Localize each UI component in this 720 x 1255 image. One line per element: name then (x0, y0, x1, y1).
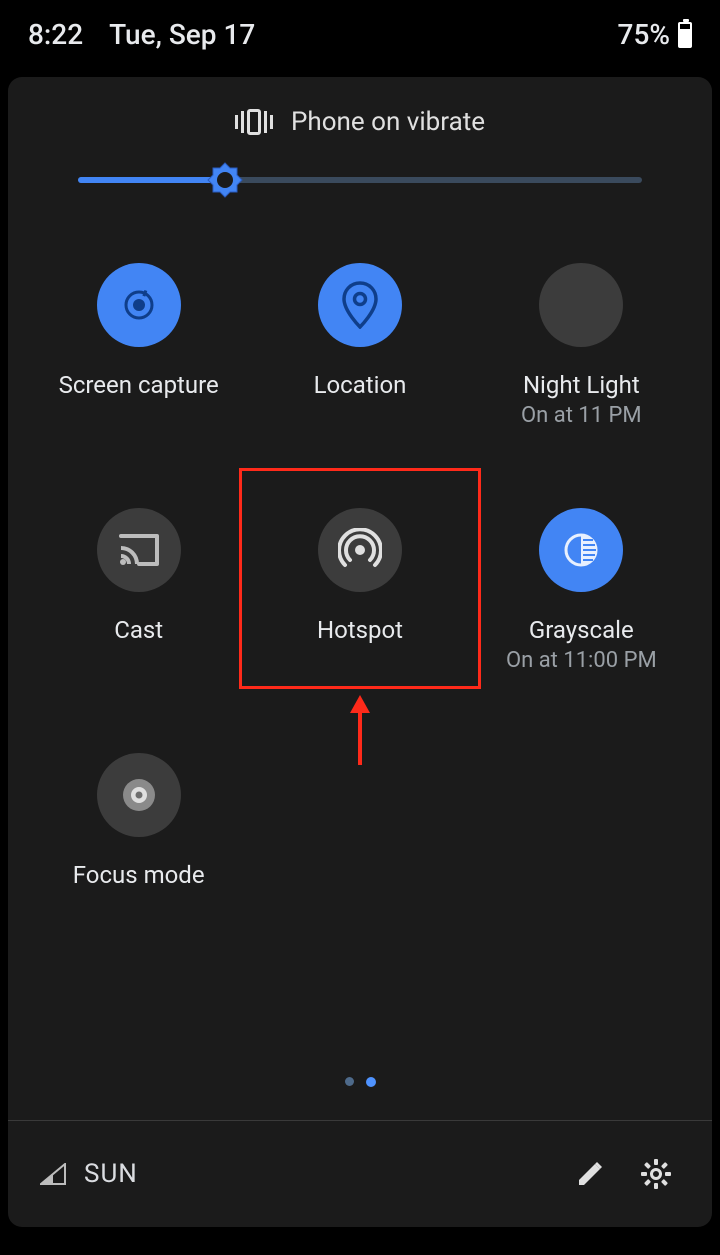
status-bar: 8:22 Tue, Sep 17 75% (0, 0, 720, 69)
brightness-thumb[interactable] (207, 162, 243, 198)
tile-label: Hotspot (317, 616, 403, 644)
tile-label: Cast (114, 616, 163, 644)
status-date: Tue, Sep 17 (109, 18, 617, 51)
tile-location[interactable]: Location (249, 263, 470, 428)
quick-settings-panel: Phone on vibrate Screen capture Location (8, 77, 712, 1227)
brightness-slider[interactable] (8, 137, 712, 203)
status-time: 8:22 (28, 18, 83, 51)
tile-cast[interactable]: Cast (28, 508, 249, 673)
page-dot (345, 1077, 354, 1086)
tile-sublabel: On at 11:00 PM (506, 648, 657, 673)
tile-label: Focus mode (73, 861, 205, 889)
hotspot-icon (318, 508, 402, 592)
tile-label: Grayscale (529, 616, 634, 644)
cast-icon (97, 508, 181, 592)
battery-icon (678, 22, 692, 48)
tile-label: Location (314, 371, 407, 399)
gear-icon (640, 1158, 672, 1190)
battery-percentage: 75% (618, 18, 670, 51)
ringer-label: Phone on vibrate (291, 107, 485, 137)
page-indicator (8, 1077, 712, 1087)
tile-label: Night Light (523, 371, 640, 399)
signal-icon (40, 1163, 66, 1185)
camera-icon (97, 263, 181, 347)
tile-hotspot[interactable]: Hotspot (249, 508, 470, 673)
edit-button[interactable] (566, 1150, 614, 1198)
annotation-arrow (350, 695, 370, 765)
moon-icon (539, 263, 623, 347)
carrier-label: SUN (84, 1159, 548, 1189)
location-pin-icon (318, 263, 402, 347)
tile-screen-capture[interactable]: Screen capture (28, 263, 249, 428)
vibrate-icon (235, 109, 273, 135)
tile-sublabel: On at 11 PM (521, 403, 642, 428)
quick-tiles-grid: Screen capture Location Night Light On a… (8, 203, 712, 889)
tile-focus-mode[interactable]: Focus mode (28, 753, 249, 889)
brightness-icon (207, 162, 243, 198)
tile-night-light[interactable]: Night Light On at 11 PM (471, 263, 692, 428)
tile-grayscale[interactable]: Grayscale On at 11:00 PM (471, 508, 692, 673)
focus-mode-icon (97, 753, 181, 837)
tile-label: Screen capture (59, 371, 219, 399)
grayscale-icon (539, 508, 623, 592)
quick-settings-footer: SUN (8, 1121, 712, 1227)
battery-indicator: 75% (618, 18, 692, 51)
ringer-status[interactable]: Phone on vibrate (8, 77, 712, 137)
page-dot-active (366, 1077, 376, 1087)
pencil-icon (575, 1159, 605, 1189)
settings-button[interactable] (632, 1150, 680, 1198)
